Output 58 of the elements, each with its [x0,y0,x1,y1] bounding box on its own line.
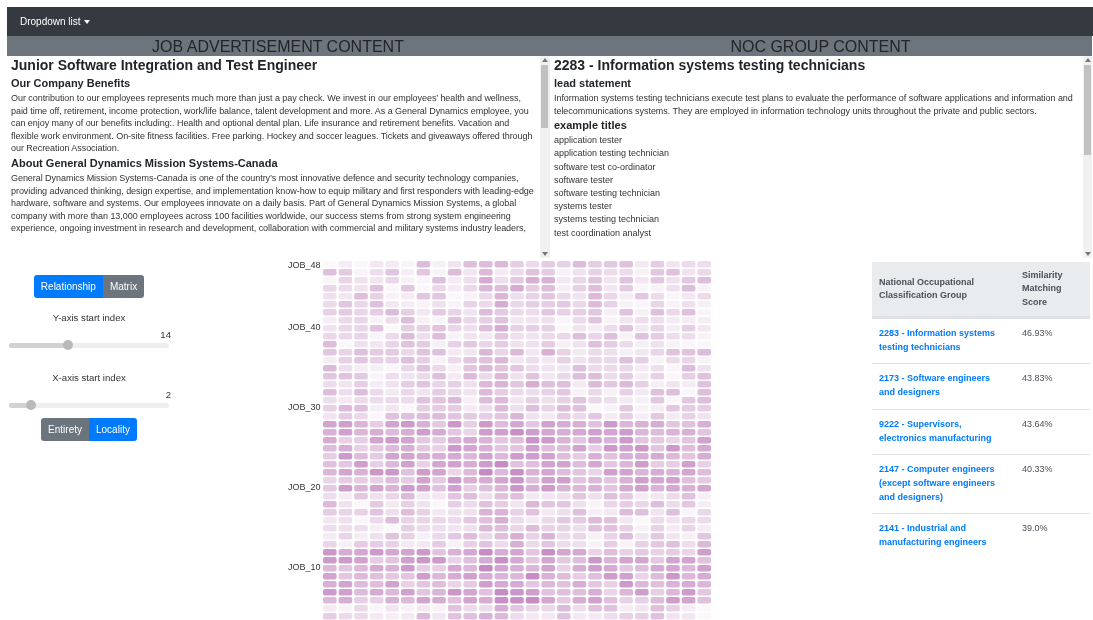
example-title: systems tester [554,200,613,214]
slider-thumb[interactable] [63,340,74,350]
section-heading: Our Company Benefits [11,76,132,90]
slider-label: X-axis start index [52,372,126,383]
noc-group-link[interactable]: 2141 - Industrial and manufacturing engineers [872,522,1015,550]
slider-value: 2 [165,389,171,400]
scrollbar[interactable] [540,56,549,258]
table-cell-text: 40.33% [1021,463,1054,477]
axis-label: JOB_30 [288,402,321,412]
axis-label: JOB_40 [288,322,321,332]
axis-label: JOB_10 [288,562,321,572]
noc-group-link[interactable]: 2173 - Software engineers and designers [872,372,1015,400]
job-title: Junior Software Integration and Test Engineer [11,57,319,74]
slider-thumb[interactable] [26,400,37,410]
example-title: software test co-ordinator [554,160,657,174]
scroll-up-icon[interactable] [541,58,548,62]
scrollbar[interactable] [1083,56,1092,258]
slider-label: Y-axis start index [52,312,126,323]
panel-header: JOB ADVERTISEMENT CONTENT [7,36,549,56]
paragraph: General Dynamics Mission Systems-Canada is one of the country’s most innovative defence and security technology companies, providing advanced thinking, design expertise, and implementation know-how to equip military and first responders with leading-edge hardware, software and systems. Our employees innovate on a daily basis. Part of General Dynamics Mission Systems, a global company with more than 13,000 employees across 100 facilities worldwide, our success stems from strong system engineering experience, ongoing investment in research and development, collaboration with commercial and military systems industry leaders, [11,171,535,235]
dropdown-button[interactable]: Dropdown list [20,16,90,27]
scrollbar-thumb[interactable] [541,65,548,128]
column-header: Similarity Matching Score [1021,268,1064,309]
noc-group-link[interactable]: 2283 - Information systems testing technicians [872,327,1015,355]
toggle-button[interactable]: Entirety [41,418,89,441]
section-heading: example titles [554,118,628,133]
noc-title: 2283 - Information systems testing technicians [554,57,867,74]
scroll-up-icon[interactable] [1084,58,1091,62]
scroll-down-icon[interactable] [1084,252,1091,256]
panel-header: NOC GROUP CONTENT [549,36,1092,56]
table-cell-text: 43.83% [1021,372,1054,386]
example-title: application tester [554,134,624,148]
toggle-button[interactable]: Locality [89,418,137,441]
axis-label: JOB_20 [288,482,321,492]
example-title: systems testing technician [554,213,661,227]
example-title: software tester [554,173,615,187]
paragraph: Information systems testing technicians execute test plans to evaluate the performance of software applications and information and telecommunications systems. They are employed in information technology units throughout the private and public sectors. [554,92,1074,118]
example-title: application testing technician [554,147,671,161]
toggle-button[interactable]: Relationship [33,275,103,298]
paragraph: Our contribution to our employees represents much more than just a pay check. We invest in our employees’ health and wellness, paid time off, retirement, income protection, work/life balance, talent development and more. As a General Dynamics employee, you can enjoy many of our benefits including:. Health and optional dental plan. Life insurance and retirement benefits. Vacation and flexible work environment. On-site fitness facilities. Free parking. Hockey and soccer leagues. Tickets and giveaways offered through our Recreation Association. [11,92,534,155]
toggle-button[interactable]: Matrix [102,275,145,298]
scrollbar-thumb[interactable] [1084,65,1091,155]
example-title: test coordination analyst [554,226,653,240]
slider-track[interactable] [9,343,169,348]
slider-value: 14 [160,329,171,340]
table-cell-text: 39.0% [1021,522,1049,536]
slider-track[interactable] [9,403,169,408]
table-cell-text: 43.64% [1021,417,1054,431]
table-cell-text: 46.93% [1021,327,1054,340]
section-heading: About General Dynamics Mission Systems-Canada [11,155,279,170]
axis-label: JOB_48 [288,260,321,270]
example-title: software testing technician [554,187,662,200]
caret-icon [83,19,90,24]
section-heading: lead statement [554,76,633,90]
noc-group-link[interactable]: 2147 - Computer engineers (except software engineers and designers) [872,463,1015,505]
scroll-down-icon[interactable] [541,252,548,256]
column-header: National Occupational Classification Group [878,275,975,302]
noc-group-link[interactable]: 9222 - Supervisors, electronics manufacturing [872,417,1015,446]
